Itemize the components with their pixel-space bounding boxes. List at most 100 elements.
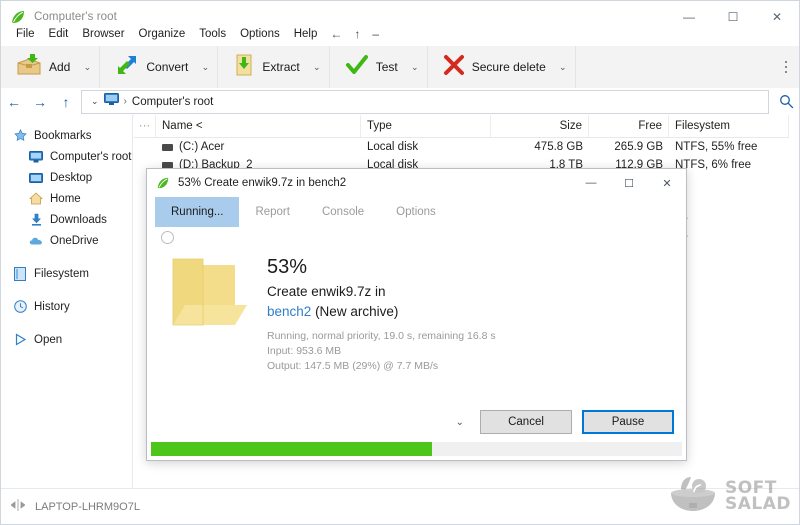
menu-edit[interactable]: Edit xyxy=(42,26,76,42)
row-filesystem: e xyxy=(669,174,789,192)
sidebar-item-history[interactable]: History xyxy=(1,296,132,317)
window-title: Computer's root xyxy=(34,10,117,23)
sidebar-item-label: Computer's root xyxy=(50,150,132,163)
sidebar-item-desktop[interactable]: Desktop xyxy=(1,167,132,188)
dialog-main: 53% Create enwik9.7z in bench2 (New arch… xyxy=(147,237,686,374)
tab-running[interactable]: Running... xyxy=(155,197,240,227)
extract-button-label: Extract xyxy=(262,60,300,74)
menu-options[interactable]: Options xyxy=(233,26,287,42)
column-header-size[interactable]: Size xyxy=(491,115,589,137)
row-filesystem: ee xyxy=(669,228,789,246)
sidebar-divider xyxy=(1,317,132,329)
secure-delete-dropdown-caret-icon[interactable]: ⌄ xyxy=(553,51,573,83)
row-type: Local disk xyxy=(367,141,419,153)
breadcrumb-separator-icon: › xyxy=(123,96,127,107)
dialog-maximize-button[interactable]: ☐ xyxy=(610,169,648,197)
table-row[interactable]: (C:) Acer Local disk 475.8 GB 265.9 GB N… xyxy=(134,138,799,156)
column-header-type[interactable]: Type xyxy=(361,115,491,137)
menu-file[interactable]: File xyxy=(9,26,42,42)
clock-icon xyxy=(13,300,27,314)
sidebar-item-home[interactable]: Home xyxy=(1,188,132,209)
back-button[interactable]: ← xyxy=(1,89,27,115)
add-button[interactable]: Add xyxy=(9,51,77,83)
sidebar-item-computers-root[interactable]: Computer's root xyxy=(1,146,132,167)
progress-bar-fill xyxy=(151,442,433,456)
sidebar-item-downloads[interactable]: Downloads xyxy=(1,209,132,230)
target-link[interactable]: bench2 xyxy=(267,304,311,319)
disk-icon xyxy=(162,143,173,151)
secure-delete-button[interactable]: Secure delete xyxy=(436,51,553,83)
breadcrumb[interactable]: ⌄ › Computer's root xyxy=(81,89,769,114)
breadcrumb-dropdown-caret-icon[interactable]: ⌄ xyxy=(86,96,104,107)
sidebar-item-label: History xyxy=(34,300,70,313)
dialog-tabs: Running... Report Console Options xyxy=(147,197,686,227)
folder-icon xyxy=(167,255,251,333)
more-options-icon[interactable] xyxy=(779,59,793,75)
sidebar-item-bookmarks[interactable]: Bookmarks xyxy=(1,125,132,146)
menu-minimize-pane-icon[interactable]: – xyxy=(366,25,385,43)
computer-monitor-icon xyxy=(103,92,119,111)
menu-help[interactable]: Help xyxy=(287,26,325,42)
tab-console[interactable]: Console xyxy=(306,197,380,227)
sidebar-item-filesystem[interactable]: Filesystem xyxy=(1,263,132,284)
sidebar-item-onedrive[interactable]: OneDrive xyxy=(1,230,132,251)
status-line-3: Output: 147.5 MB (29%) @ 7.7 MB/s xyxy=(267,360,439,372)
search-icon[interactable] xyxy=(773,91,799,113)
convert-button-label: Convert xyxy=(146,60,189,74)
toolbar-group-convert: Convert ⌄ xyxy=(100,46,219,88)
cancel-button[interactable]: Cancel xyxy=(480,410,572,434)
status-line-2: Input: 953.6 MB xyxy=(267,345,342,357)
progress-dialog: 53% Create enwik9.7z in bench2 — ☐ ✕ Run… xyxy=(146,168,687,461)
progress-spinner-icon xyxy=(161,231,174,244)
add-button-label: Add xyxy=(49,60,71,74)
test-dropdown-caret-icon[interactable]: ⌄ xyxy=(405,51,425,83)
vertical-scrollbar[interactable] xyxy=(789,115,799,488)
salad-bowl-icon xyxy=(667,473,719,518)
address-bar: ← → ↑ ⌄ › Computer's root xyxy=(1,88,799,116)
extract-button[interactable]: Extract xyxy=(226,51,306,83)
forward-button[interactable]: → xyxy=(27,89,53,115)
sidebar-divider xyxy=(1,284,132,296)
menu-organize[interactable]: Organize xyxy=(132,26,193,42)
menu-tools[interactable]: Tools xyxy=(192,26,233,42)
breadcrumb-path: Computer's root xyxy=(131,95,214,108)
peazip-leaf-icon xyxy=(156,176,170,190)
menu-back-arrow-icon[interactable]: ← xyxy=(324,25,348,43)
convert-dropdown-caret-icon[interactable]: ⌄ xyxy=(195,51,215,83)
target-suffix: (New archive) xyxy=(315,304,399,319)
column-header-filesystem[interactable]: Filesystem xyxy=(669,115,789,137)
status-line-1: Running, normal priority, 19.0 s, remain… xyxy=(267,330,496,342)
resize-handle-icon xyxy=(10,499,26,514)
tab-options[interactable]: Options xyxy=(380,197,452,227)
dialog-close-button[interactable]: ✕ xyxy=(648,169,686,197)
row-name: (C:) Acer xyxy=(156,138,361,156)
extract-dropdown-caret-icon[interactable]: ⌄ xyxy=(307,51,327,83)
dialog-footer: ⌄ Cancel Pause xyxy=(147,406,686,438)
column-header-name[interactable]: Name < xyxy=(156,115,361,137)
test-button[interactable]: Test xyxy=(338,51,405,83)
tab-report[interactable]: Report xyxy=(239,197,306,227)
add-dropdown-caret-icon[interactable]: ⌄ xyxy=(77,51,97,83)
pause-button[interactable]: Pause xyxy=(582,410,674,434)
sidebar: Bookmarks Computer's root Desktop Home D xyxy=(1,115,133,488)
sidebar-item-open[interactable]: Open xyxy=(1,329,132,350)
row-filesystem: e xyxy=(669,192,789,210)
dialog-titlebar: 53% Create enwik9.7z in bench2 — ☐ ✕ xyxy=(147,169,686,197)
play-triangle-icon xyxy=(13,333,27,347)
dialog-minimize-button[interactable]: — xyxy=(572,169,610,197)
column-header-free[interactable]: Free xyxy=(589,115,669,137)
download-icon xyxy=(29,213,43,227)
menu-browser[interactable]: Browser xyxy=(75,26,131,42)
dialog-body: 53% Create enwik9.7z in bench2 (New arch… xyxy=(147,227,686,460)
menu-up-arrow-icon[interactable]: ↑ xyxy=(348,25,366,43)
footer-dropdown-caret-icon[interactable]: ⌄ xyxy=(450,413,470,432)
convert-button[interactable]: Convert xyxy=(108,51,195,83)
up-button[interactable]: ↑ xyxy=(53,89,79,115)
row-size: 475.8 GB xyxy=(534,141,583,153)
statusbar-text: LAPTOP-LHRM9O7L xyxy=(35,500,140,513)
target-line: bench2 (New archive) xyxy=(267,302,496,322)
cloud-icon xyxy=(29,234,43,248)
column-header-more-icon[interactable]: ··· xyxy=(134,115,156,137)
sidebar-item-label: Desktop xyxy=(50,171,93,184)
main-toolbar: Add ⌄ Convert ⌄ Extract ⌄ Test ⌄ Secure … xyxy=(1,46,799,89)
